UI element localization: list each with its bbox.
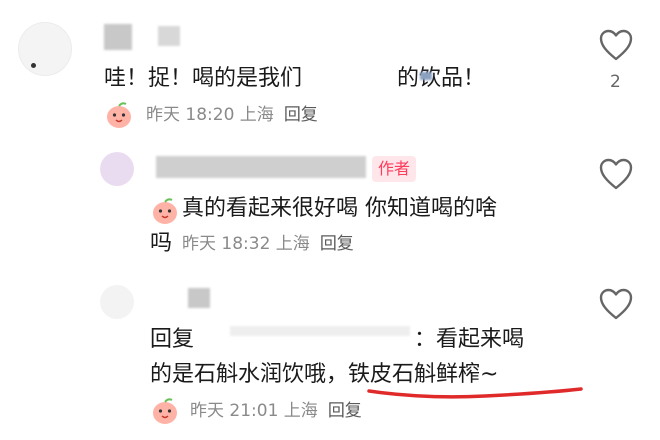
- comment-1-meta: 昨天 18:20 上海 回复: [146, 104, 318, 126]
- redaction-mark-3: [230, 326, 410, 336]
- comment-2-line-1: 真的看起来很好喝 你知道喝的啥: [182, 196, 497, 221]
- comment-3-text-main: 的是石斛水润饮哦，: [150, 362, 349, 387]
- blurred-username-1b: [158, 26, 180, 46]
- commenter-avatar-2[interactable]: [100, 152, 134, 186]
- comment-2-reply-button[interactable]: 回复: [320, 234, 354, 254]
- peach-emoji-icon: [107, 102, 131, 128]
- commenter-avatar-1[interactable]: [18, 22, 72, 76]
- comment-3-reply-button[interactable]: 回复: [328, 401, 362, 421]
- blurred-username-2: [156, 156, 366, 178]
- comment-2-time: 昨天 18:32 上海: [182, 234, 310, 254]
- redacted-username: [194, 345, 414, 346]
- comment-3-reply-prefix: 回复: [150, 327, 195, 352]
- heart-outline-icon[interactable]: [598, 28, 634, 62]
- redaction-mark: [420, 72, 432, 80]
- comment-2-meta: 昨天 18:32 上海 回复: [182, 233, 354, 255]
- blurred-username-1: [104, 24, 132, 50]
- avatar-dot: [31, 63, 36, 68]
- redacted-area: [302, 84, 397, 85]
- heart-outline-icon[interactable]: [598, 157, 634, 191]
- peach-emoji-icon: [153, 398, 177, 424]
- commenter-avatar-3[interactable]: [100, 285, 134, 319]
- comment-1-reply-button[interactable]: 回复: [284, 105, 318, 125]
- comment-3-text-suffix: ：看起来喝: [414, 327, 525, 352]
- peach-emoji-icon: [153, 198, 177, 224]
- comment-3-meta: 昨天 21:01 上海 回复: [190, 400, 362, 422]
- comment-1-time: 昨天 18:20 上海: [146, 105, 274, 125]
- red-underline-annotation: [367, 387, 583, 399]
- comment-3-time: 昨天 21:01 上海: [190, 401, 318, 421]
- heart-outline-icon[interactable]: [598, 287, 634, 321]
- comment-2-line-2: 吗: [150, 231, 173, 256]
- comment-1-text-start: 哇！捉！喝的是我们: [104, 66, 303, 91]
- blurred-username-3: [188, 288, 210, 308]
- comment-1-text-end: 的饮品！: [397, 66, 486, 91]
- author-badge: 作者: [372, 156, 417, 182]
- like-count-1: 2: [610, 72, 621, 92]
